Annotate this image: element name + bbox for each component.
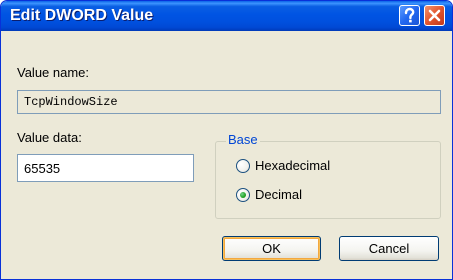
radio-selected-dot — [240, 192, 246, 198]
value-data-input[interactable]: 65535 — [17, 154, 194, 182]
base-groupbox — [215, 141, 441, 219]
hexadecimal-radio[interactable] — [236, 159, 250, 173]
title-bar[interactable]: Edit DWORD Value — [1, 1, 452, 31]
decimal-label[interactable]: Decimal — [255, 187, 302, 202]
value-name-text: TcpWindowSize — [24, 95, 118, 109]
hexadecimal-label[interactable]: Hexadecimal — [255, 158, 330, 173]
value-name-label: Value name: — [17, 65, 90, 80]
window-title: Edit DWORD Value — [10, 7, 154, 24]
ok-button[interactable]: OK — [222, 236, 321, 261]
value-name-field[interactable]: TcpWindowSize — [17, 90, 441, 114]
cancel-button[interactable]: Cancel — [339, 236, 439, 261]
value-data-label: Value data: — [17, 130, 82, 145]
value-data-text: 65535 — [24, 161, 61, 176]
decimal-radio[interactable] — [236, 188, 250, 202]
edit-dword-dialog: Edit DWORD Value Value name: TcpWindowSi… — [0, 0, 453, 280]
base-group-legend: Base — [226, 132, 260, 147]
close-button[interactable] — [424, 5, 445, 26]
help-button[interactable] — [399, 5, 420, 26]
